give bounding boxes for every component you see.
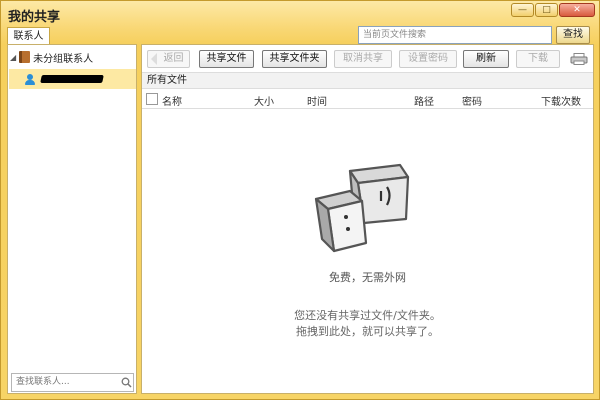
- column-size[interactable]: 大小: [254, 93, 274, 108]
- column-header: 名称 大小 时间 路径 密码 下载次数: [142, 90, 593, 109]
- empty-state-title: 免费，无需外网: [329, 271, 406, 284]
- app-window: 我的共享 — □ ✕ 联系人 当前页文件搜索 查找 ◢ 未分组联系人 查找联系人…: [0, 0, 600, 400]
- search-button[interactable]: 查找: [556, 26, 590, 44]
- tab-contacts[interactable]: 联系人: [7, 27, 50, 45]
- cancel-share-button[interactable]: 取消共享: [334, 50, 392, 68]
- set-password-button[interactable]: 设置密码: [399, 50, 457, 68]
- window-controls: — □ ✕: [511, 3, 595, 17]
- shared-files-panel: 返回 共享文件 共享文件夹 取消共享 设置密码 刷新 下载 所有文件 名称 大小…: [141, 44, 594, 394]
- address-book-icon: [19, 51, 31, 63]
- column-time[interactable]: 时间: [307, 93, 327, 108]
- refresh-button[interactable]: 刷新: [463, 50, 509, 68]
- printer-icon[interactable]: [570, 53, 588, 65]
- back-button[interactable]: 返回: [147, 50, 190, 68]
- minimize-button[interactable]: —: [511, 3, 534, 17]
- empty-state-line2: 拖拽到此处，就可以共享了。: [296, 325, 439, 338]
- contacts-panel: ◢ 未分组联系人 查找联系人...: [7, 44, 137, 394]
- breadcrumb: 所有文件: [142, 72, 593, 89]
- column-download-count[interactable]: 下载次数: [541, 93, 581, 108]
- column-path[interactable]: 路径: [414, 93, 434, 108]
- column-password[interactable]: 密码: [462, 93, 482, 108]
- file-search-input[interactable]: 当前页文件搜索: [358, 26, 552, 44]
- column-name[interactable]: 名称: [162, 93, 182, 108]
- download-button[interactable]: 下载: [516, 50, 560, 68]
- contact-search-input[interactable]: 查找联系人...: [11, 373, 134, 392]
- expand-triangle-icon[interactable]: ◢: [10, 53, 16, 62]
- maximize-button[interactable]: □: [535, 3, 558, 17]
- select-all-checkbox[interactable]: [146, 93, 158, 105]
- search-icon[interactable]: [121, 377, 132, 388]
- empty-boxes-icon: [314, 163, 410, 253]
- close-button[interactable]: ✕: [559, 3, 595, 17]
- share-file-button[interactable]: 共享文件: [199, 50, 254, 68]
- group-label: 未分组联系人: [33, 53, 94, 65]
- contact-group-unassigned[interactable]: ◢ 未分组联系人: [10, 49, 93, 65]
- person-icon: [25, 73, 35, 85]
- contact-item[interactable]: [9, 69, 136, 89]
- toolbar: 返回 共享文件 共享文件夹 取消共享 设置密码 刷新 下载: [142, 45, 593, 72]
- window-title: 我的共享: [8, 10, 61, 25]
- contact-name-redacted: [40, 75, 104, 83]
- share-folder-button[interactable]: 共享文件夹: [262, 50, 327, 68]
- empty-state-line1: 您还没有共享过文件/文件夹。: [294, 309, 441, 322]
